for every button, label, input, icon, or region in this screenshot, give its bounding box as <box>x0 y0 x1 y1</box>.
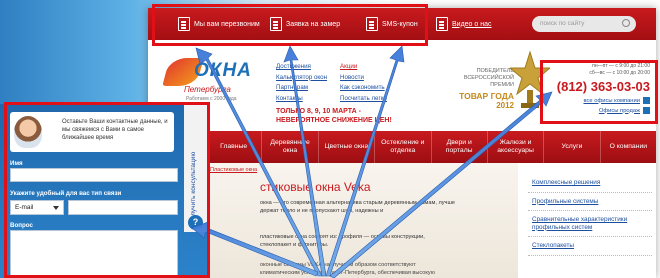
background: Мы вам перезвоним Заявка на замер SMS-ку… <box>0 0 660 278</box>
arrow-to-phone <box>329 91 553 278</box>
highlight-contacts <box>540 60 658 124</box>
arrow-to-topbar-2 <box>283 45 327 277</box>
highlight-topbar <box>152 4 428 46</box>
arrow-to-topbar-1 <box>195 47 323 277</box>
arrow-to-topbar-3 <box>325 45 405 277</box>
highlight-feedback <box>4 102 210 278</box>
arrow-to-panel <box>191 221 319 277</box>
